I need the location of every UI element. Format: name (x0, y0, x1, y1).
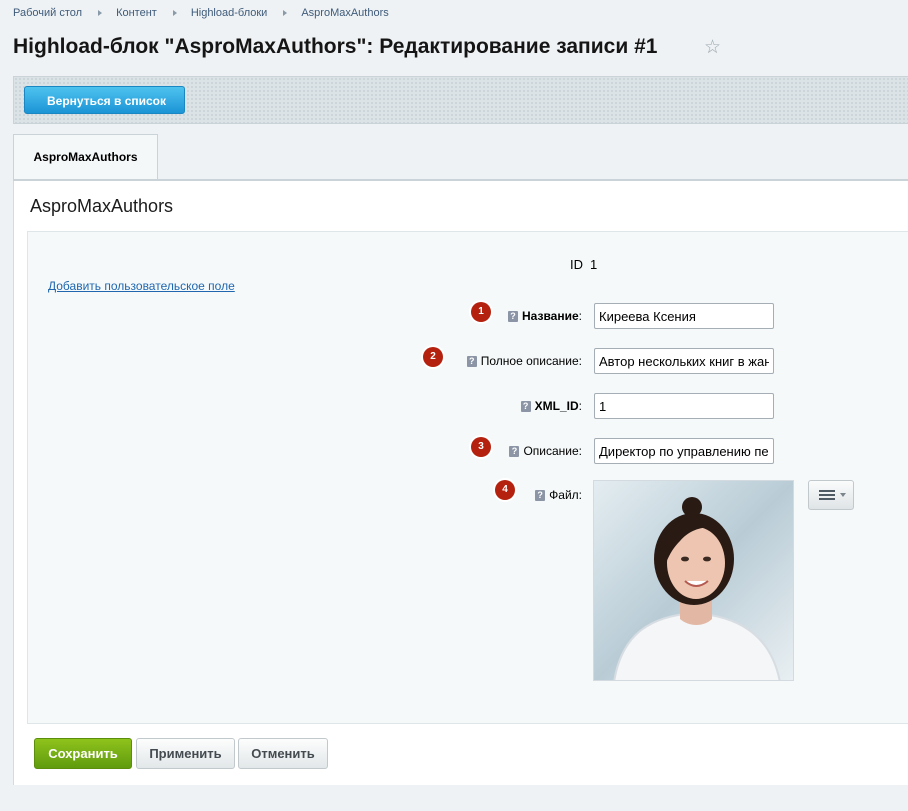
chevron-right-icon (283, 9, 288, 16)
file-actions-menu-button[interactable] (808, 480, 854, 510)
tab-aspromaxauthors[interactable]: AsproMaxAuthors (13, 134, 158, 180)
breadcrumb-item-highload[interactable]: Highload-блоки (191, 7, 268, 19)
star-icon[interactable]: ☆ (704, 38, 724, 58)
edit-panel: AsproMaxAuthors ID 1 Добавить пользовате… (13, 181, 908, 785)
help-icon[interactable]: ? (520, 401, 531, 413)
add-user-field-link[interactable]: Добавить пользовательское поле (48, 279, 235, 293)
hamburger-menu-icon (819, 490, 835, 500)
xml-id-label: ? XML_ID: (520, 399, 582, 413)
toolbar: Вернуться в список (13, 76, 908, 124)
save-button[interactable]: Сохранить (34, 738, 132, 769)
help-icon[interactable]: ? (535, 490, 546, 502)
full-description-label: ? Полное описание: (466, 354, 582, 368)
full-description-input[interactable] (594, 348, 774, 374)
xml-id-input[interactable] (594, 393, 774, 419)
chevron-right-icon (172, 9, 177, 16)
badge-3: 3 (471, 437, 491, 457)
file-image-preview[interactable] (593, 480, 794, 681)
badge-1: 1 (471, 302, 491, 322)
apply-button[interactable]: Применить (136, 738, 235, 769)
form-area: ID 1 Добавить пользовательское поле 1 ? Н… (27, 231, 908, 724)
id-label: ID (570, 257, 583, 272)
portrait-image (594, 481, 793, 680)
chevron-right-icon (98, 9, 103, 16)
breadcrumb-item-desktop[interactable]: Рабочий стол (13, 7, 82, 19)
back-to-list-button[interactable]: Вернуться в список (24, 86, 186, 114)
breadcrumb-item-content[interactable]: Контент (116, 7, 157, 19)
chevron-down-icon (840, 493, 846, 497)
help-icon[interactable]: ? (508, 311, 518, 323)
id-value: 1 (590, 257, 598, 272)
help-icon[interactable]: ? (509, 446, 520, 458)
page-title: Highload-блок "AsproMaxAuthors": Редакти… (13, 35, 658, 58)
help-icon[interactable]: ? (466, 356, 477, 368)
panel-heading: AsproMaxAuthors (30, 196, 174, 216)
description-input[interactable] (594, 438, 774, 464)
name-label: ? Название: (508, 309, 582, 323)
breadcrumb: Рабочий стол Контент Highload-блоки AsproMa… (13, 7, 389, 19)
cancel-button[interactable]: Отменить (238, 738, 328, 769)
badge-2: 2 (423, 347, 443, 367)
file-label: ? Файл: (535, 488, 582, 502)
badge-4: 4 (495, 480, 515, 500)
name-input[interactable] (594, 303, 774, 329)
description-label: ? Описание: (509, 444, 582, 458)
breadcrumb-item-current[interactable]: AsproMaxAuthors (301, 7, 388, 19)
